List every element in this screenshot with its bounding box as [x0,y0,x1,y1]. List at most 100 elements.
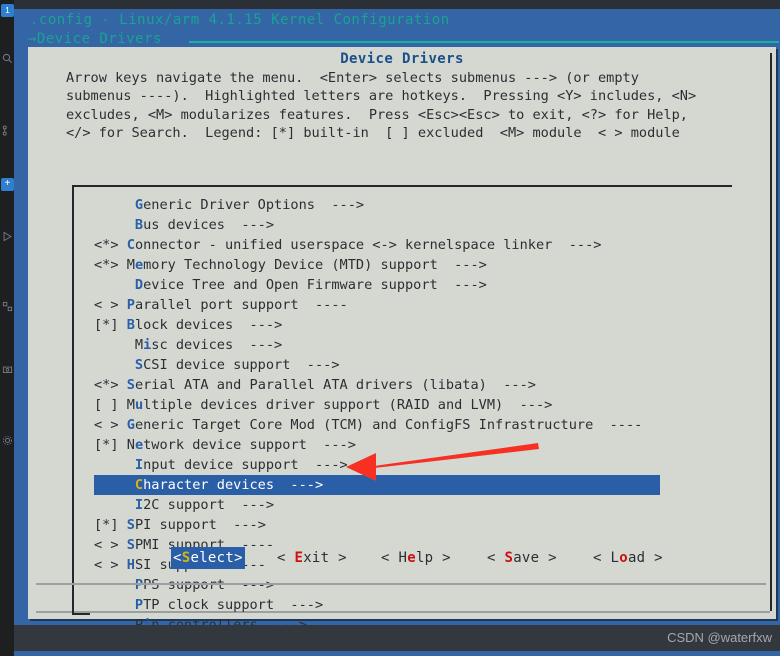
menu-item-hotkey: P [126,297,135,313]
editor-status-line [14,651,780,656]
button-bracket-close: > [539,550,557,566]
menu-item[interactable]: [*] Block devices ---> [94,315,734,335]
menu-item-state [94,217,135,233]
menu-item[interactable]: <*> Memory Technology Device (MTD) suppo… [94,255,734,275]
menu-item-hotkey: B [134,217,144,233]
menu-item-state [94,577,135,593]
menu-item-label: lock devices ---> [134,317,283,333]
menu-item-label: arallel port support ---- [134,297,348,313]
dialog-right-edge [770,53,772,611]
menu-item-label: CSI device support ---> [143,357,340,373]
menu-item-label-pre: N [126,437,135,453]
button-label-pre: H [398,550,408,566]
menu-item[interactable]: SCSI device support ---> [94,355,734,375]
button-bar-separator [36,583,766,585]
menu-item-state: [*] [94,517,127,533]
source-control-badge: + [1,178,14,191]
menu-item-state [94,497,135,513]
menu-item[interactable]: Input device support ---> [94,455,734,475]
save-button[interactable]: < Save > [487,547,557,569]
remote-explorer-icon[interactable] [0,360,14,386]
menuconfig-terminal[interactable]: .config - Linux/arm 4.1.15 Kernel Config… [14,9,780,653]
menu-item[interactable]: Bus devices ---> [94,215,734,235]
menu-item-label: onnector - unified userspace <-> kernels… [134,237,602,253]
menu-item[interactable]: <*> Connector - unified userspace <-> ke… [94,235,734,255]
dialog-title: Device Drivers [340,51,464,67]
menu-item-hotkey: P [134,597,144,613]
menu-item[interactable]: [ ] Multiple devices driver support (RAI… [94,395,734,415]
menu-item[interactable]: I2C support ---> [94,495,734,515]
explorer-badge: 1 [1,4,14,17]
search-icon[interactable] [0,48,14,74]
menu-list[interactable]: Generic Driver Options ---> Bus devices … [94,195,734,656]
menu-item-state: [*] [94,437,127,453]
menu-item-label: TP clock support ---> [143,597,324,613]
menu-item-label: erial ATA and Parallel ATA drivers (liba… [134,377,536,393]
screenshot-root: 1 + .config - Linux/arm 4.1.15 Kernel Co… [0,0,780,656]
window-title: .config - Linux/arm 4.1.15 Kernel Config… [30,12,450,28]
editor-top-strip [14,0,780,9]
menu-item-label: us devices ---> [143,217,275,233]
menu-item-hotkey: G [126,417,135,433]
button-label: elect [190,550,235,566]
menu-item-hotkey: C [126,237,135,253]
menu-item-label: mory Technology Device (MTD) support ---… [143,257,487,273]
menu-item[interactable]: Generic Driver Options ---> [94,195,734,215]
button-label: ad [627,550,646,566]
menu-item-label: twork device support ---> [143,437,356,453]
menu-item-state: <*> [94,237,127,253]
button-bracket-close: > [433,550,451,566]
exit-button[interactable]: < Exit > [277,547,347,569]
menu-item[interactable]: [*] SPI support ---> [94,515,734,535]
menu-item-state [94,357,135,373]
menu-item-state: [ ] [94,397,127,413]
menu-frame-bottom-left [72,613,90,615]
menu-item-hotkey: e [134,437,144,453]
menu-item-state: < > [94,297,127,313]
menu-item-label: PI support ---> [134,517,266,533]
button-label: xit [303,550,330,566]
menu-item[interactable]: [*] Network device support ---> [94,435,734,455]
menu-item-label: eneric Target Core Mod (TCM) and ConfigF… [134,417,643,433]
device-drivers-dialog: Device Drivers Arrow keys navigate the m… [28,47,776,653]
button-hotkey: S [504,550,514,566]
extensions-icon[interactable] [0,296,14,322]
menu-item-label-pre: M [126,257,135,273]
menu-item-label-pre: M [126,397,135,413]
menu-item-hotkey: u [134,397,144,413]
button-bracket-open: < [381,550,399,566]
menu-item[interactable]: PTP clock support ---> [94,595,734,615]
menu-item-selected[interactable]: Character devices ---> [94,475,660,495]
button-bracket-close: > [329,550,347,566]
menu-item-label: PS support ---> [143,577,275,593]
menu-item[interactable]: < > Parallel port support ---- [94,295,734,315]
menu-item-hotkey: I [134,457,144,473]
source-control-icon[interactable] [0,120,14,146]
activity-bar[interactable]: 1 + [0,0,14,656]
menu-item[interactable]: <*> Serial ATA and Parallel ATA drivers … [94,375,734,395]
menu-item-label: nput device support ---> [143,457,348,473]
menu-item[interactable]: < > Generic Target Core Mod (TCM) and Co… [94,415,734,435]
breadcrumb-rule [189,41,779,43]
button-bracket-open: < [487,550,505,566]
button-bar[interactable]: <Select> < Exit > < Help > < Save > < Load > [28,547,776,575]
menu-item[interactable]: Device Tree and Open Firmware support --… [94,275,734,295]
menu-item[interactable]: Misc devices ---> [94,335,734,355]
menu-item-state: < > [94,417,127,433]
watermark: CSDN @waterfxw [667,630,772,645]
menu-item-state: [*] [94,317,127,333]
menu-item-label: haracter devices ---> [143,477,324,493]
load-button[interactable]: < Load > [593,547,663,569]
menu-item-label: ltiple devices driver support (RAID and … [143,397,553,413]
menu-item-label: eneric Driver Options ---> [143,197,365,213]
menu-item[interactable]: PPS support ---> [94,575,734,595]
menu-item-hotkey: D [134,277,144,293]
breadcrumb: →Device Drivers [28,31,162,47]
run-debug-icon[interactable] [0,226,14,252]
menu-item-label: evice Tree and Open Firmware support ---… [143,277,487,293]
settings-gear-icon[interactable] [0,430,14,456]
help-button[interactable]: < Help > [381,547,451,569]
select-button[interactable]: <Select> [171,547,245,569]
button-hotkey: e [407,550,416,566]
menu-item-state [94,337,135,353]
